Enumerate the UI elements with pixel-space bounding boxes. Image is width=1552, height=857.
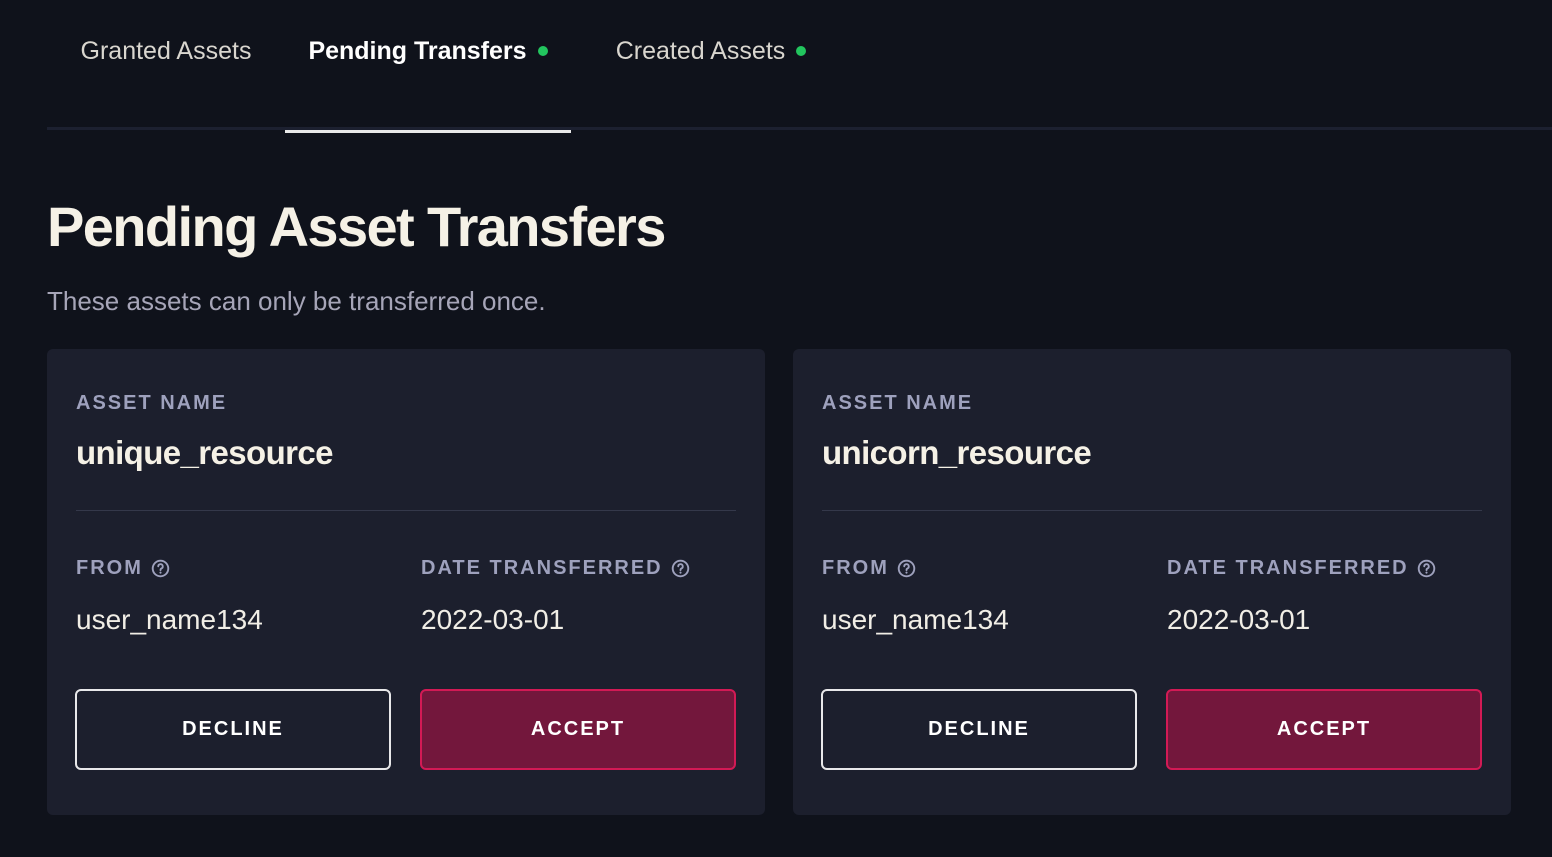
- decline-button[interactable]: DECLINE: [75, 689, 391, 770]
- status-dot-icon: [796, 46, 807, 56]
- date-transferred-label: DATE TRANSFERRED: [421, 557, 663, 579]
- from-label-group: FROM: [822, 557, 916, 580]
- page-subtitle: These assets can only be transferred onc…: [47, 286, 546, 316]
- accept-button[interactable]: ACCEPT: [420, 689, 736, 770]
- date-transferred-value: 2022-03-01: [421, 604, 565, 635]
- tab-label: Created Assets: [615, 36, 786, 65]
- status-dot-icon: [537, 46, 548, 56]
- from-value: user_name134: [822, 604, 1009, 635]
- divider: [76, 510, 736, 511]
- accept-button[interactable]: ACCEPT: [1166, 689, 1482, 770]
- from-label-group: FROM: [76, 557, 170, 580]
- page-title: Pending Asset Transfers: [47, 195, 666, 258]
- decline-button[interactable]: DECLINE: [821, 689, 1137, 770]
- asset-name: unique_resource: [76, 434, 334, 471]
- date-transferred-label: DATE TRANSFERRED: [1167, 557, 1409, 579]
- divider: [822, 510, 1482, 511]
- transfer-card: ASSET NAME unique_resource FROM DATE TRA…: [47, 349, 765, 815]
- from-value: user_name134: [76, 604, 263, 635]
- from-label: FROM: [76, 557, 143, 579]
- asset-name-label: ASSET NAME: [76, 392, 228, 414]
- tab-granted-assets[interactable]: Granted Assets: [47, 0, 285, 130]
- question-circle-icon[interactable]: [671, 559, 690, 578]
- transfer-card: ASSET NAME unicorn_resource FROM DATE TR…: [793, 349, 1511, 815]
- date-transferred-value: 2022-03-01: [1167, 604, 1311, 635]
- question-circle-icon[interactable]: [897, 559, 916, 578]
- page: Granted Assets Pending Transfers Created…: [0, 0, 1552, 857]
- asset-name-label: ASSET NAME: [822, 392, 974, 414]
- from-label: FROM: [822, 557, 889, 579]
- question-circle-icon[interactable]: [1417, 559, 1436, 578]
- tab-pending-transfers[interactable]: Pending Transfers: [285, 0, 571, 133]
- tab-label: Pending Transfers: [308, 36, 527, 65]
- asset-name: unicorn_resource: [822, 434, 1092, 471]
- date-label-group: DATE TRANSFERRED: [1167, 557, 1436, 580]
- tab-label: Granted Assets: [80, 36, 252, 65]
- tab-created-assets[interactable]: Created Assets: [571, 0, 851, 130]
- tab-bar: Granted Assets Pending Transfers Created…: [47, 0, 1552, 133]
- question-circle-icon[interactable]: [151, 559, 170, 578]
- date-label-group: DATE TRANSFERRED: [421, 557, 690, 580]
